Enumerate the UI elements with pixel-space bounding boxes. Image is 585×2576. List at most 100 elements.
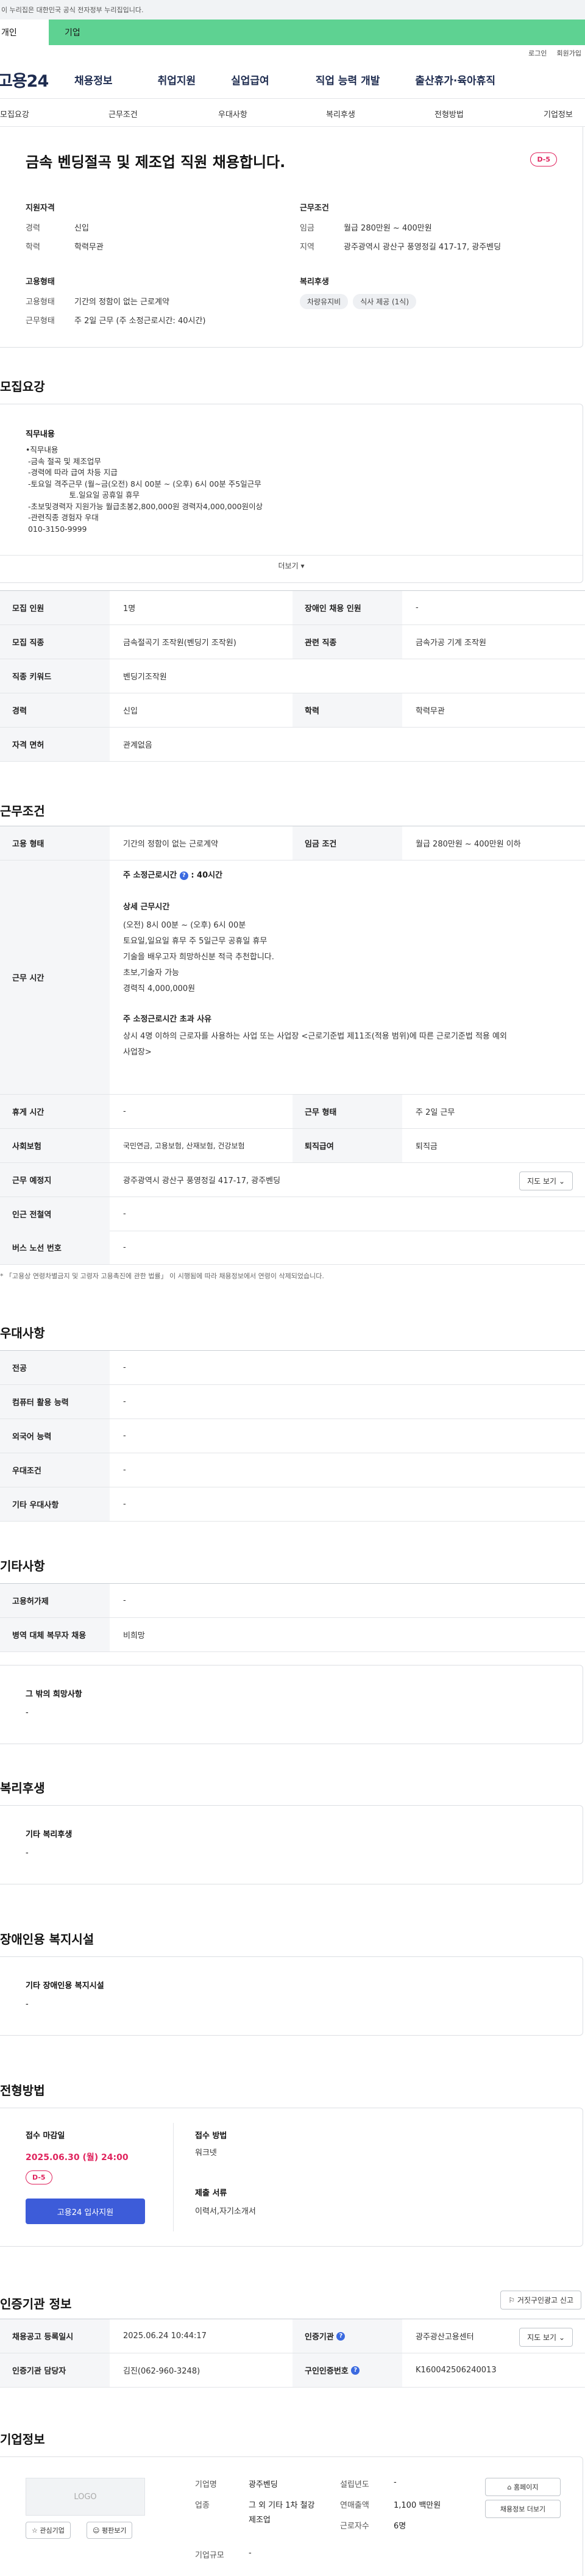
company-key: 연매출액 [340, 2501, 369, 2510]
info-icon[interactable]: ? [336, 2331, 346, 2341]
util-links: 로그인 회원가입 [0, 45, 585, 61]
row-key: 모집 인원 [0, 591, 110, 624]
row-value: 금속절곡기 조작원(벤딩기 조작원) [123, 639, 236, 648]
signup-link[interactable]: 회원가입 [557, 48, 581, 58]
nav-jobs[interactable]: 채용정보 [74, 72, 113, 87]
report-button-label: 거짓구인광고 신고 [517, 2296, 573, 2305]
work-row: 인근 전철역 - [0, 1197, 585, 1231]
job-summary-card: 금속 벤딩절곡 및 제조업 직원 채용합니다. D-5 지원자격 경력 신입 학력… [0, 127, 583, 348]
row-key: 자격 면허 [0, 728, 110, 761]
row-key: 컴퓨터 활용 능력 [0, 1385, 110, 1419]
cert-table: 채용공고 등록일시 2025.06.24 10:44:17 인증기관 ? 광주광… [0, 2319, 585, 2388]
cond-value: 광주광역시 광산구 풍영정길 417-17, 광주벤딩 [344, 243, 502, 252]
duty-box: 직무내용 •직무내용 -금속 절곡 및 제조업무 -경력에 따라 급여 차등 지… [0, 404, 583, 583]
work-table: 고용 형태 기간의 정함이 없는 근로계약 임금 조건 월급 280만원 ~ 4… [0, 826, 585, 1234]
row-key: 인근 전철역 [0, 1197, 110, 1231]
prefer-section-title: 우대사항 [0, 1326, 45, 1340]
dday-badge: D-5 [26, 2170, 52, 2184]
qual-value: 신입 [74, 224, 89, 233]
duty-line: -초보및경력자 지원가능 월급초봉2,800,000원 경력자4,000,000… [26, 501, 263, 511]
tab-personal[interactable]: 개인 [0, 20, 49, 45]
row-value: - [123, 1243, 126, 1252]
tab-personal-label: 개인 [1, 28, 17, 38]
nav-unemployment-benefit[interactable]: 실업급여 [231, 72, 269, 87]
smile-icon: ☺ [93, 2527, 100, 2535]
detail-line: (오전) 8시 00분 ~ (오후) 6시 00분 [123, 921, 246, 930]
recruit-row: 직종 키워드 벤딩기조작원 [0, 659, 585, 693]
row-value: 신입 [123, 707, 138, 716]
subnav-preferences[interactable]: 우대사항 [218, 108, 247, 120]
more-button[interactable]: 더보기 ▾ [0, 560, 583, 571]
nav-vocational-training[interactable]: 직업 능력 개발 [316, 72, 380, 87]
row-key: 장애인 채용 인원 [292, 591, 402, 624]
favorite-button[interactable]: ☆ 관심기업 [26, 2522, 71, 2539]
prefer-row: 컴퓨터 활용 능력 - [0, 1385, 585, 1419]
apply-button[interactable]: 고용24 입사지원 [26, 2199, 145, 2224]
nav-parental-leave[interactable]: 출산휴가·육아휴직 [415, 72, 495, 87]
chevron-down-icon: ▾ [300, 562, 305, 570]
nav-employment-support[interactable]: 취업지원 [158, 72, 196, 87]
cond-row: 지역 광주광역시 광산구 풍영정길 417-17, 광주벤딩 [300, 240, 568, 252]
site-logo[interactable]: 고용24 [0, 68, 72, 91]
etc-box-value: - [26, 1708, 29, 1717]
benefit-section-title: 복리후생 [0, 1781, 45, 1795]
rating-label: 평판보기 [101, 2527, 127, 2535]
welfare-block: 복리후생 차량유지비 식사 제공 (1식) [300, 275, 568, 309]
duty-line: -금속 절곡 및 제조업무 [26, 456, 101, 466]
row-value: 광주광산고용센터 [416, 2333, 474, 2342]
welfare-chips: 차량유지비 식사 제공 (1식) [300, 294, 568, 309]
login-link[interactable]: 로그인 [528, 48, 547, 58]
weekly-hours-value: : 40시간 [191, 871, 223, 880]
detail-hours-title: 상세 근무시간 [123, 903, 170, 912]
chevron-down-icon: ⌄ [558, 1177, 565, 1186]
detail-hours-lines: (오전) 8시 00분 ~ (오후) 6시 00분 토요일,일요일 휴무 주 5… [123, 918, 574, 997]
row-value: - [123, 1363, 126, 1372]
prefer-row: 전공 - [0, 1351, 585, 1385]
etc-table: 고용허가제 - 병역 대체 복무자 채용 비희망 [0, 1583, 585, 1652]
more-jobs-button[interactable]: 채용정보 더보기 [485, 2500, 561, 2518]
map-button[interactable]: 지도 보기 ⌄ [519, 2328, 573, 2347]
subnav-recruit[interactable]: 모집요강 [0, 108, 29, 120]
row-value: 벤딩기조작원 [123, 673, 167, 682]
work-row: 근무 예정지 광주광역시 광산구 풍영정길 417-17, 광주벤딩 지도 보기… [0, 1163, 585, 1197]
info-icon[interactable]: ? [351, 2366, 360, 2375]
rating-button[interactable]: ☺ 평판보기 [87, 2522, 133, 2539]
docs-label: 제출 서류 [195, 2189, 227, 2198]
subnav-selection[interactable]: 전형방법 [434, 108, 464, 120]
row-key: 버스 노선 번호 [0, 1231, 110, 1264]
cond-key: 지역 [300, 243, 314, 252]
tab-corporate[interactable]: 기업 [49, 20, 585, 45]
type-key: 고용형태 [26, 298, 55, 307]
subnav-benefits[interactable]: 복리후생 [326, 108, 355, 120]
recruit-row: 경력 신입 학력 학력무관 [0, 693, 585, 728]
info-icon[interactable]: ? [179, 871, 188, 880]
duty-line: -경력에 따라 급여 차등 지급 [26, 468, 118, 477]
report-button[interactable]: ⚐ 거짓구인광고 신고 [500, 2291, 581, 2309]
more-label: 더보기 [278, 562, 299, 570]
row-key: 퇴직급여 [292, 1129, 402, 1162]
work-row: 휴게 시간 - 근무 형태 주 2일 근무 [0, 1095, 585, 1129]
docs-value: 이력서,자기소개서 [195, 2207, 256, 2216]
row-value: - [123, 1397, 126, 1406]
qual-row: 경력 신입 [26, 221, 269, 233]
recruit-row: 모집 직종 금속절곡기 조작원(벤딩기 조작원) 관련 직종 금속가공 기계 조… [0, 625, 585, 659]
row-key: 관련 직종 [292, 625, 402, 659]
row-value: 기간의 정함이 없는 근로계약 [123, 840, 218, 849]
exceed-line: 상시 4명 이하의 근로자를 사용하는 사업 또는 사업장 <근로기준법 제11… [123, 1032, 507, 1041]
subnav-company[interactable]: 기업정보 [544, 108, 573, 120]
benefit-box-value: - [26, 1848, 29, 1858]
map-button[interactable]: 지도 보기 ⌄ [519, 1172, 573, 1190]
duty-line: 010-3150-9999 [26, 524, 87, 534]
company-key: 기업규모 [195, 2551, 224, 2560]
row-value: - [123, 1209, 126, 1218]
row-key: 경력 [0, 693, 110, 727]
row-key: 구인인증번호 ? [292, 2353, 402, 2387]
etc-box: 그 밖의 희망사항 - [0, 1665, 583, 1744]
company-section-title: 기업정보 [0, 2432, 45, 2447]
deadline-value: 2025.06.30 (월) 24:00 [26, 2153, 129, 2163]
qual-key: 경력 [26, 224, 40, 233]
homepage-button[interactable]: ⌂ 홈페이지 [485, 2478, 561, 2496]
subnav-conditions[interactable]: 근무조건 [108, 108, 138, 120]
row-key: 인증기관 ? [292, 2319, 402, 2353]
row-key: 학력 [292, 693, 402, 727]
